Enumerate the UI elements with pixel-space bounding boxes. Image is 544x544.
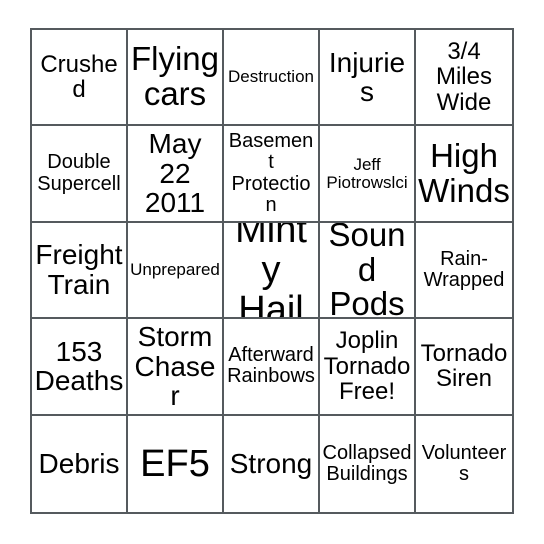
bingo-cell-label: Freight Train [35,239,123,300]
bingo-cell-r5c1[interactable]: Debris [32,415,128,512]
bingo-cell-label: Crushed [40,50,118,104]
bingo-cell-r4c3[interactable]: Afterward Rainbows [224,319,320,416]
bingo-cell-label: High Winds [418,136,510,209]
bingo-cell-label: Strong [229,447,313,479]
bingo-cell-label: Minty Hail [235,222,307,320]
bingo-cell-label: Tornado Siren [420,339,508,393]
bingo-cell-label: Basement Protection [228,130,314,216]
bingo-cell-label: Sound Pods [328,222,406,320]
bingo-cell-label: Afterward Rainbows [227,344,315,388]
bingo-cell-label: Double Supercell [37,151,121,195]
bingo-cell-r3c4[interactable]: Sound Pods [320,222,416,320]
bingo-cell-r4c2[interactable]: Storm Chaser [128,319,224,416]
bingo-cell-r1c1[interactable]: Crushed [32,30,128,127]
bingo-cell-r2c5[interactable]: High Winds [416,126,512,223]
bingo-cell-label: Storm Chaser [134,320,216,412]
bingo-cell-r1c4[interactable]: Injuries [320,30,416,127]
bingo-cell-label: Volunteers [421,441,507,485]
bingo-cell-r2c3[interactable]: Basement Protection [224,126,320,223]
bingo-cell-r4c5[interactable]: Tornado Siren [416,319,512,416]
bingo-cell-r5c4[interactable]: Collapsed Buildings [320,415,416,512]
bingo-cell-label: Injuries [328,46,406,108]
bingo-cell-label: Flying cars [130,40,220,113]
bingo-cell-label: Collapsed Buildings [322,441,412,485]
bingo-cell-r3c5[interactable]: Rain- Wrapped [416,222,512,320]
bingo-cell-r5c2[interactable]: EF5 [128,415,224,512]
bingo-cell-label: Rain- Wrapped [423,247,505,291]
bingo-cell-label: Unprepared [130,259,220,279]
bingo-cell-r4c4[interactable]: Joplin Tornado Free! [320,319,416,416]
bingo-cell-r4c1[interactable]: 153 Deaths [32,319,128,416]
bingo-cell-label: 153 Deaths [34,335,124,397]
bingo-cell-r1c2[interactable]: Flying cars [128,30,224,127]
bingo-cell-r1c5[interactable]: 3/4 Miles Wide [416,30,512,127]
bingo-cell-r2c4[interactable]: Jeff Piotrowslci [320,126,416,223]
bingo-cell-label: May 22 2011 [144,128,206,219]
bingo-card-grid: Crushed Flying cars Destruction Injuries 3/4… [30,28,514,514]
bingo-cell-r5c5[interactable]: Volunteers [416,415,512,512]
bingo-cell-r3c2[interactable]: Unprepared [128,222,224,320]
bingo-cell-label: Debris [38,447,120,479]
bingo-cell-r2c1[interactable]: Double Supercell [32,126,128,223]
bingo-cell-r3c3[interactable]: Minty Hail [224,222,320,320]
bingo-cell-label: 3/4 Miles Wide [435,38,492,116]
bingo-cell-r1c3[interactable]: Destruction [224,30,320,127]
bingo-cell-r3c1[interactable]: Freight Train [32,222,128,320]
bingo-cell-label: Jeff Piotrowslci [326,154,408,192]
bingo-cell-label: EF5 [140,442,210,485]
bingo-cell-r2c2[interactable]: May 22 2011 [128,126,224,223]
bingo-cell-r5c3[interactable]: Strong [224,415,320,512]
bingo-cell-label: Joplin Tornado Free! [323,327,411,406]
bingo-cell-label: Destruction [228,67,314,87]
